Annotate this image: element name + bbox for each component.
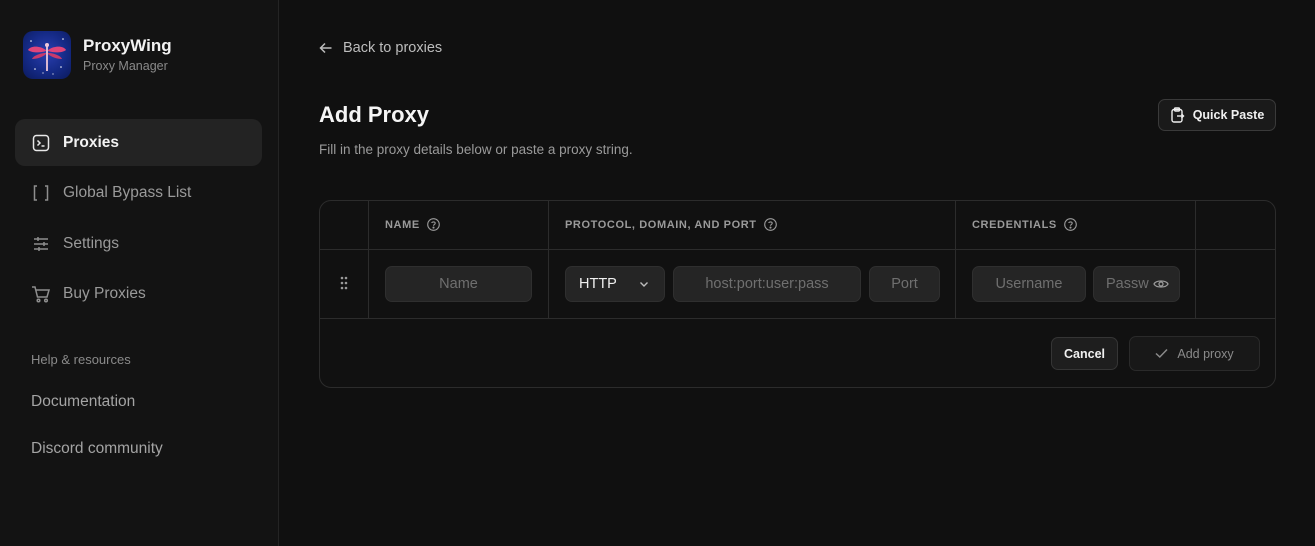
brand[interactable]: ProxyWing Proxy Manager [23,31,172,79]
protocol-value: HTTP [579,276,617,292]
documentation-link[interactable]: Documentation [31,393,135,411]
column-header-protocol: PROTOCOL, DOMAIN, AND PORT [565,218,777,231]
sliders-icon [31,234,51,254]
help-icon[interactable] [1063,218,1077,231]
add-proxy-label: Add proxy [1177,346,1234,361]
table-row: Name HTTP host:port:user:pass Port Usern… [320,250,1275,319]
chevron-down-icon [638,278,650,290]
help-icon[interactable] [426,218,440,231]
quick-paste-label: Quick Paste [1192,108,1265,122]
drag-handle-icon[interactable] [340,276,348,290]
column-divider [368,201,369,319]
quick-paste-button[interactable]: Quick Paste [1158,99,1276,131]
back-label: Back to proxies [343,40,443,56]
arrow-left-icon [319,41,333,55]
resources-heading: Help & resources [31,352,131,367]
column-header-label: CREDENTIALS [972,218,1057,231]
brackets-icon [31,183,51,203]
sidebar: ProxyWing Proxy Manager Proxies Global B… [0,0,279,546]
sidebar-item-label: Settings [63,234,120,252]
check-icon [1155,348,1168,359]
sidebar-item-label: Proxies [63,133,120,151]
terminal-icon [31,133,51,153]
clipboard-icon [1170,107,1185,123]
host-input[interactable]: host:port:user:pass [673,266,861,302]
column-header-label: NAME [385,218,420,231]
password-placeholder: Passw [1106,276,1149,292]
dragonfly-logo-icon [23,31,71,79]
column-divider [1195,201,1196,319]
port-input[interactable]: Port [869,266,940,302]
add-proxy-button[interactable]: Add proxy [1129,336,1260,371]
sidebar-item-buy-proxies[interactable]: Buy Proxies [15,270,262,317]
column-divider [955,201,956,319]
sidebar-item-label: Global Bypass List [63,183,192,201]
discord-community-link[interactable]: Discord community [31,440,163,458]
name-input[interactable]: Name [385,266,532,302]
proxy-form-table: NAME PROTOCOL, DOMAIN, AND PORT CREDENTI… [319,200,1276,388]
page-subtitle: Fill in the proxy details below or paste… [319,142,633,157]
cart-icon [31,284,51,304]
column-header-name: NAME [385,218,440,231]
help-icon[interactable] [763,218,777,231]
brand-name: ProxyWing [83,36,172,55]
back-to-proxies-link[interactable]: Back to proxies [319,40,442,56]
sidebar-item-global-bypass-list[interactable]: Global Bypass List [15,169,262,216]
sidebar-item-label: Buy Proxies [63,284,146,302]
page-title: Add Proxy [319,102,430,127]
eye-icon[interactable] [1153,278,1169,290]
column-header-label: PROTOCOL, DOMAIN, AND PORT [565,218,757,231]
table-header-row: NAME PROTOCOL, DOMAIN, AND PORT CREDENTI… [320,201,1275,250]
sidebar-item-proxies[interactable]: Proxies [15,119,262,166]
sidebar-item-settings[interactable]: Settings [15,220,262,267]
cancel-button[interactable]: Cancel [1051,337,1118,370]
protocol-select[interactable]: HTTP [565,266,665,302]
password-input[interactable]: Passw [1093,266,1180,302]
brand-subtitle: Proxy Manager [83,59,168,73]
column-divider [548,201,549,319]
column-header-credentials: CREDENTIALS [972,218,1077,231]
username-input[interactable]: Username [972,266,1086,302]
